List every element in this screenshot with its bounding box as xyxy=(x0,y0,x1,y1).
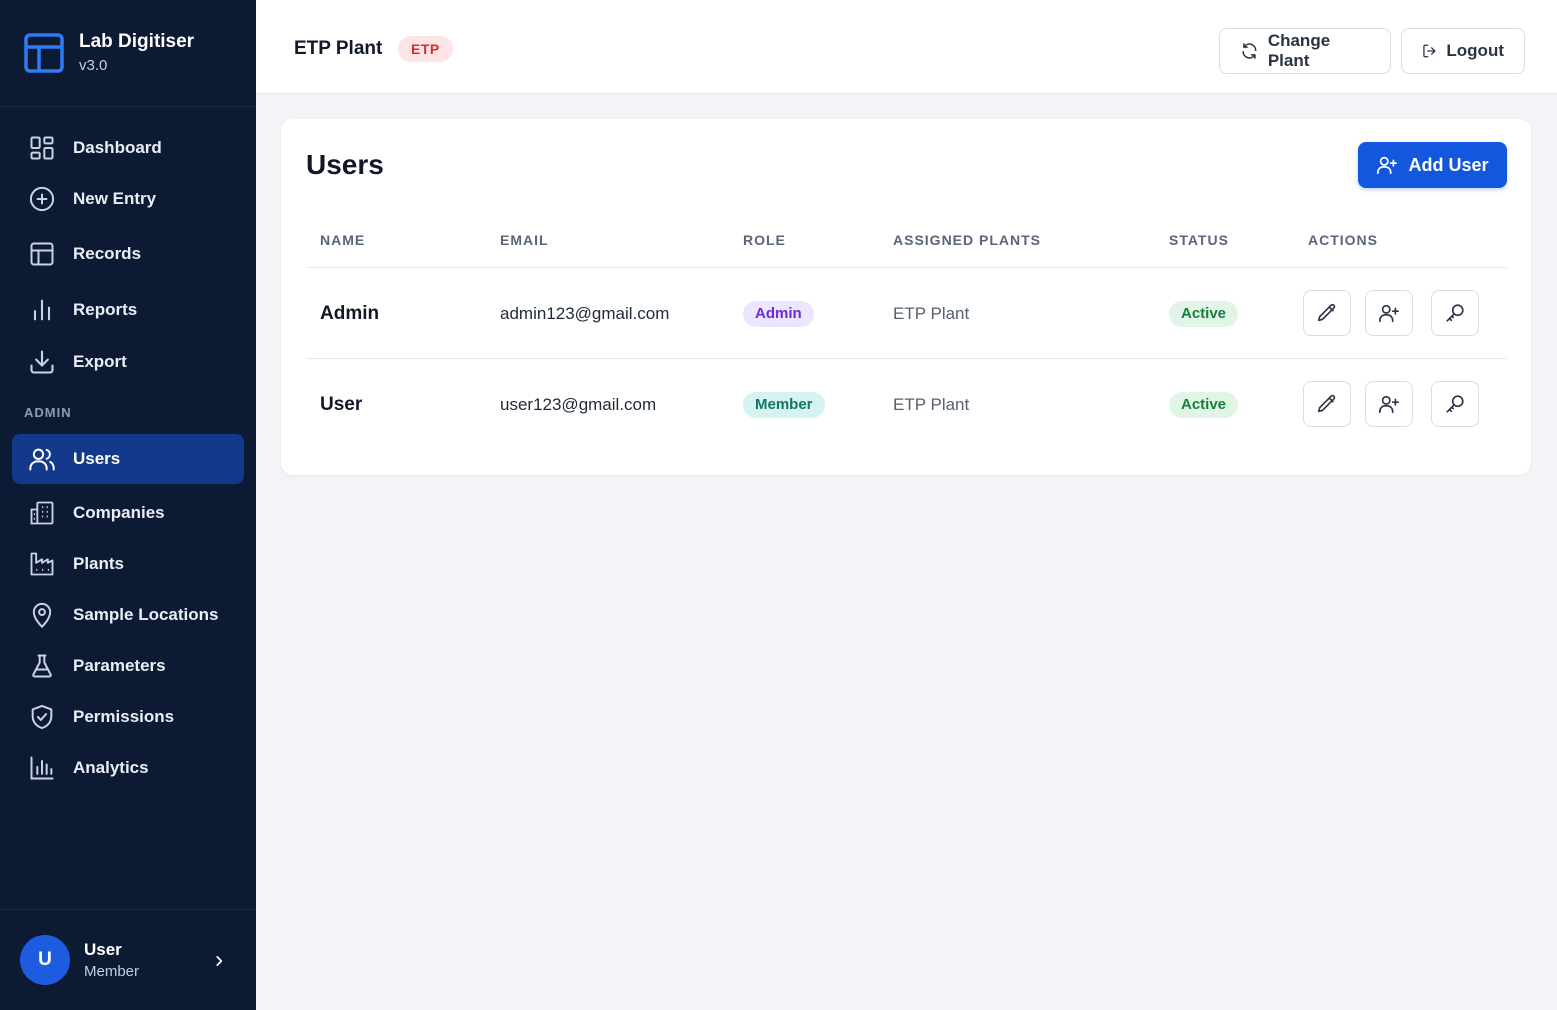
bar-chart-icon xyxy=(33,299,51,321)
shield-check-icon xyxy=(31,704,53,730)
users-icon xyxy=(29,448,55,471)
flask-icon xyxy=(32,654,52,678)
column-header-role: ROLE xyxy=(743,232,786,248)
admin-section-label: ADMIN xyxy=(24,405,72,420)
sidebar-item-users[interactable]: Users xyxy=(12,434,244,484)
user-plus-icon xyxy=(1379,395,1399,414)
user-plants-cell: ETP Plant xyxy=(893,394,970,414)
table-row: Admin admin123@gmail.com Admin ETP Plant… xyxy=(281,268,1531,359)
plus-circle-icon xyxy=(29,186,55,212)
sidebar-item-plants[interactable]: Plants xyxy=(12,539,244,589)
sidebar-item-records[interactable]: Records xyxy=(12,229,244,279)
column-header-status: STATUS xyxy=(1169,232,1229,248)
pencil-icon xyxy=(1317,303,1336,322)
sidebar-item-label: Users xyxy=(73,449,121,468)
user-name-cell: User xyxy=(320,393,363,415)
sidebar-item-sample-locations[interactable]: Sample Locations xyxy=(12,590,244,640)
reset-password-button[interactable] xyxy=(1431,290,1479,336)
logout-label: Logout xyxy=(1446,41,1504,60)
sidebar-item-export[interactable]: Export xyxy=(12,337,244,387)
user-plants-cell: ETP Plant xyxy=(893,303,970,323)
sidebar-item-label: Records xyxy=(73,244,142,263)
user-plus-icon xyxy=(1377,156,1398,175)
sidebar-item-label: Parameters xyxy=(73,656,166,675)
table-row: User user123@gmail.com Member ETP Plant … xyxy=(281,359,1531,450)
sidebar-item-label: New Entry xyxy=(73,189,157,208)
sidebar-item-label: Permissions xyxy=(73,707,175,726)
user-plus-icon xyxy=(1379,304,1399,323)
assign-plant-button[interactable] xyxy=(1365,381,1413,427)
key-icon xyxy=(1446,395,1464,413)
logout-icon xyxy=(1423,44,1436,58)
chevron-right-icon xyxy=(216,956,223,966)
pencil-icon xyxy=(1317,394,1336,413)
sidebar-item-label: Reports xyxy=(73,300,138,319)
sidebar-item-label: Sample Locations xyxy=(73,605,219,624)
status-badge: Active xyxy=(1169,300,1239,327)
sidebar-item-label: Plants xyxy=(73,554,125,573)
column-header-actions: ACTIONS xyxy=(1308,232,1378,248)
user-role-cell: Admin xyxy=(743,268,814,359)
column-header-email: EMAIL xyxy=(500,232,549,248)
sidebar-item-permissions[interactable]: Permissions xyxy=(12,692,244,742)
refresh-icon xyxy=(1242,43,1257,59)
brand: Lab Digitiser v3.0 xyxy=(0,0,256,107)
current-user-menu[interactable]: U User Member xyxy=(0,909,256,1010)
reset-password-button[interactable] xyxy=(1431,381,1479,427)
sidebar-item-label: Analytics xyxy=(73,758,149,777)
sidebar-item-analytics[interactable]: Analytics xyxy=(12,743,244,793)
sidebar-item-new-entry[interactable]: New Entry xyxy=(12,174,244,224)
map-pin-icon xyxy=(32,603,52,629)
sidebar-item-label: Export xyxy=(73,352,127,371)
sidebar-item-dashboard[interactable]: Dashboard xyxy=(12,123,244,173)
column-header-name: NAME xyxy=(320,232,366,248)
app-title: Lab Digitiser xyxy=(79,31,195,52)
user-name-cell: Admin xyxy=(320,302,380,324)
add-user-button[interactable]: Add User xyxy=(1358,142,1507,188)
factory-icon xyxy=(30,552,54,576)
assign-plant-button[interactable] xyxy=(1365,290,1413,336)
top-bar: ETP Plant ETP Change Plant Logout xyxy=(256,0,1557,94)
building-icon xyxy=(30,501,54,525)
analytics-chart-icon xyxy=(30,756,54,780)
table-icon xyxy=(30,242,54,266)
change-plant-label: Change Plant xyxy=(1267,31,1331,70)
user-email-cell: user123@gmail.com xyxy=(500,394,657,414)
role-badge: Member xyxy=(743,391,825,418)
change-plant-button[interactable]: Change Plant xyxy=(1219,28,1391,74)
sidebar-item-companies[interactable]: Companies xyxy=(12,488,244,538)
dashboard-grid-icon xyxy=(30,136,54,160)
download-icon xyxy=(30,350,54,374)
avatar: U xyxy=(20,935,70,985)
app-logo-icon xyxy=(24,33,64,73)
user-email-cell: admin123@gmail.com xyxy=(500,303,670,323)
role-badge: Admin xyxy=(743,300,814,327)
logout-button[interactable]: Logout xyxy=(1401,28,1525,74)
user-status-cell: Active xyxy=(1169,359,1239,450)
sidebar-item-label: Companies xyxy=(73,503,165,522)
user-status-cell: Active xyxy=(1169,268,1239,359)
current-plant-name: ETP Plant xyxy=(294,38,383,59)
sidebar-item-reports[interactable]: Reports xyxy=(12,285,244,335)
edit-user-button[interactable] xyxy=(1303,381,1351,427)
sidebar-item-parameters[interactable]: Parameters xyxy=(12,641,244,691)
plant-code-badge: ETP xyxy=(398,36,453,62)
page-title: Users xyxy=(306,149,384,180)
column-header-assigned-plants: ASSIGNED PLANTS xyxy=(893,232,1042,248)
user-role-cell: Member xyxy=(743,359,825,450)
sidebar: Lab Digitiser v3.0 Dashboard New Entry R… xyxy=(0,0,256,1010)
users-card: Users Add User NAME EMAIL ROLE ASSIGNED … xyxy=(281,119,1531,475)
status-badge: Active xyxy=(1169,391,1239,418)
edit-user-button[interactable] xyxy=(1303,290,1351,336)
current-user-name: User xyxy=(84,939,122,959)
sidebar-item-label: Dashboard xyxy=(73,138,162,157)
key-icon xyxy=(1446,304,1464,322)
add-user-label: Add User xyxy=(1408,154,1489,175)
current-user-role: Member xyxy=(84,962,140,980)
app-version: v3.0 xyxy=(79,57,108,74)
